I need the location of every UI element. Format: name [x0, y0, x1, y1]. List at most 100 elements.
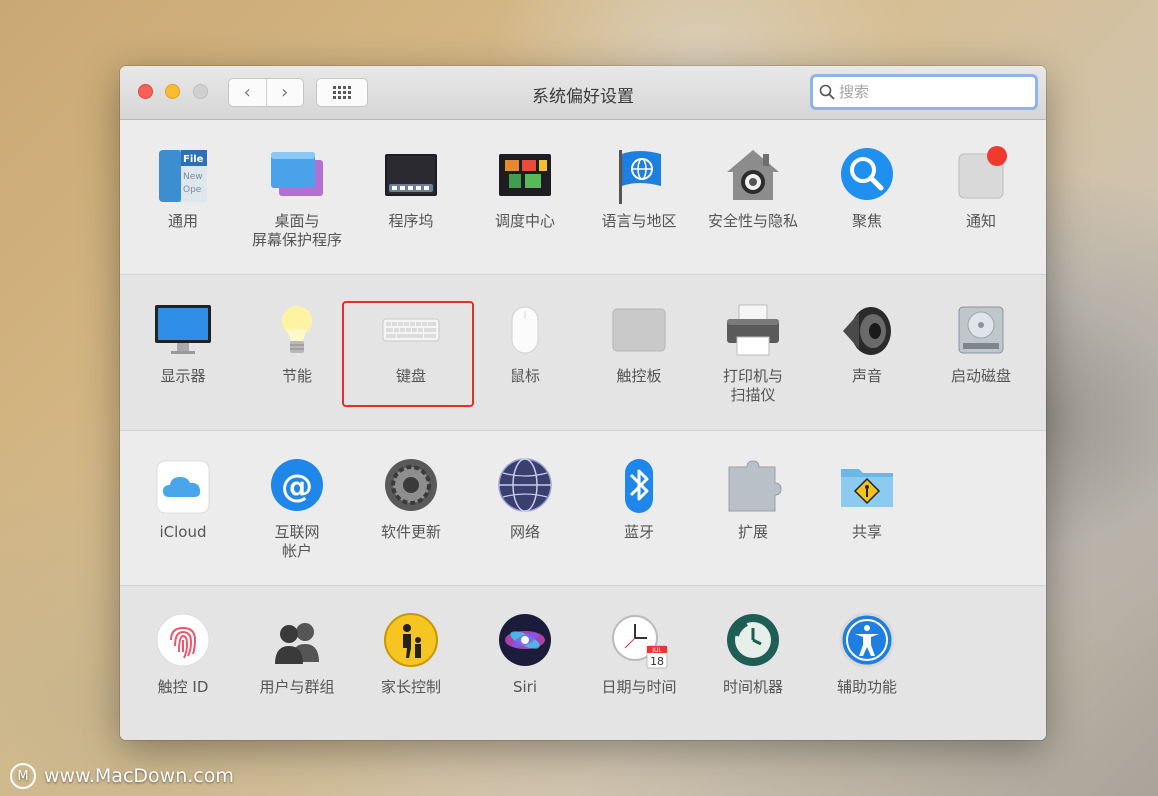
- pane-mouse[interactable]: 鼠标: [470, 275, 580, 405]
- pane-label: 软件更新: [380, 523, 441, 541]
- pane-desktop-screensaver[interactable]: 桌面与 屏幕保护程序: [242, 120, 352, 250]
- extensions-icon: [723, 457, 783, 517]
- title-bar: ‹ › 系统偏好设置: [120, 66, 1046, 120]
- pane-label: 聚焦: [851, 212, 882, 230]
- sound-icon: [837, 301, 897, 361]
- icloud-icon: [153, 457, 213, 517]
- pane-notifications[interactable]: 通知: [926, 120, 1036, 250]
- touch-id-icon: [153, 612, 213, 672]
- pane-network[interactable]: 网络: [470, 431, 580, 561]
- pane-internet-accounts[interactable]: @ 互联网 帐户: [242, 431, 352, 561]
- section-personal: File New Ope 通用 桌面与 屏幕保护程序 程序坞 调度中心 语言与地…: [120, 120, 1046, 275]
- pane-label: 互联网 帐户: [274, 523, 320, 560]
- users-groups-icon: [267, 612, 327, 672]
- system-preferences-window: ‹ › 系统偏好设置 搜索 File New Ope 通用 桌面与 屏幕保护程序…: [120, 66, 1046, 740]
- displays-icon: [153, 301, 213, 361]
- pane-time-machine[interactable]: 时间机器: [698, 586, 808, 716]
- pane-label: 时间机器: [722, 678, 783, 696]
- watermark: M www.MacDown.com: [10, 763, 234, 789]
- keyboard-highlight-box: [342, 301, 474, 407]
- accessibility-icon: [837, 612, 897, 672]
- printers-scanners-icon: [723, 301, 783, 361]
- pane-sound[interactable]: 声音: [812, 275, 922, 405]
- software-update-icon: [381, 457, 441, 517]
- pane-touch-id[interactable]: 触控 ID: [128, 586, 238, 716]
- macdown-logo-icon: M: [10, 763, 36, 789]
- desktop-screensaver-icon: [267, 146, 327, 206]
- pane-sharing[interactable]: 共享: [812, 431, 922, 561]
- pane-trackpad[interactable]: 触控板: [584, 275, 694, 405]
- pane-label: 家长控制: [380, 678, 441, 696]
- pane-bluetooth[interactable]: 蓝牙: [584, 431, 694, 561]
- pane-software-update[interactable]: 软件更新: [356, 431, 466, 561]
- dock-icon: [381, 146, 441, 206]
- pane-startup-disk[interactable]: 启动磁盘: [926, 275, 1036, 405]
- notifications-icon: [951, 146, 1011, 206]
- pane-accessibility[interactable]: 辅助功能: [812, 586, 922, 716]
- pane-label: 辅助功能: [836, 678, 897, 696]
- pane-label: 触控 ID: [157, 678, 209, 696]
- pane-label: 桌面与 屏幕保护程序: [251, 212, 342, 249]
- calendar-month-text: JUL: [651, 647, 662, 654]
- pane-dock[interactable]: 程序坞: [356, 120, 466, 250]
- pane-siri[interactable]: Siri: [470, 586, 580, 716]
- language-region-icon: [609, 146, 669, 206]
- svg-text:@: @: [281, 467, 313, 505]
- pane-date-time[interactable]: JUL 18 日期与时间: [584, 586, 694, 716]
- general-icon: File New Ope: [153, 146, 213, 206]
- pane-security-privacy[interactable]: 安全性与隐私: [698, 120, 808, 250]
- calendar-day-text: 18: [650, 655, 664, 668]
- pane-label: 共享: [851, 523, 882, 541]
- pane-parental-controls[interactable]: 家长控制: [356, 586, 466, 716]
- pane-icloud[interactable]: iCloud: [128, 431, 238, 561]
- pane-label: 启动磁盘: [950, 367, 1011, 385]
- pane-label: 打印机与 扫描仪: [722, 367, 783, 404]
- time-machine-icon: [723, 612, 783, 672]
- pane-label: 扩展: [737, 523, 768, 541]
- pane-mission-control[interactable]: 调度中心: [470, 120, 580, 250]
- pane-label: 通知: [965, 212, 996, 230]
- pane-label: 显示器: [160, 367, 206, 385]
- energy-saver-icon: [267, 301, 327, 361]
- pane-extensions[interactable]: 扩展: [698, 431, 808, 561]
- search-input[interactable]: [839, 83, 1019, 101]
- general-ope-text: Ope: [183, 185, 202, 195]
- pane-label: 程序坞: [388, 212, 434, 230]
- startup-disk-icon: [951, 301, 1011, 361]
- pane-spotlight[interactable]: 聚焦: [812, 120, 922, 250]
- parental-controls-icon: [381, 612, 441, 672]
- pane-label: 日期与时间: [601, 678, 677, 696]
- pane-label: 声音: [851, 367, 882, 385]
- pane-label: 通用: [167, 212, 198, 230]
- general-file-text: File: [183, 154, 204, 165]
- pane-label: 调度中心: [494, 212, 555, 230]
- pane-label: 鼠标: [509, 367, 540, 385]
- pane-general[interactable]: File New Ope 通用: [128, 120, 238, 250]
- pane-language-region[interactable]: 语言与地区: [584, 120, 694, 250]
- pane-energy-saver[interactable]: 节能: [242, 275, 352, 405]
- mouse-icon: [495, 301, 555, 361]
- date-time-icon: JUL 18: [609, 612, 669, 672]
- internet-accounts-icon: @: [267, 457, 327, 517]
- pane-printers-scanners[interactable]: 打印机与 扫描仪: [698, 275, 808, 405]
- network-icon: [495, 457, 555, 517]
- bluetooth-icon: [609, 457, 669, 517]
- siri-icon: [495, 612, 555, 672]
- pane-label: 语言与地区: [601, 212, 677, 230]
- security-privacy-icon: [723, 146, 783, 206]
- mission-control-icon: [495, 146, 555, 206]
- pane-users-groups[interactable]: 用户与群组: [242, 586, 352, 716]
- pane-label: 网络: [509, 523, 540, 541]
- section-internet-wireless: iCloud @ 互联网 帐户 软件更新 网络 蓝牙 扩展 共享: [120, 431, 1046, 586]
- search-icon: [819, 84, 835, 100]
- spotlight-icon: [837, 146, 897, 206]
- pane-displays[interactable]: 显示器: [128, 275, 238, 405]
- trackpad-icon: [609, 301, 669, 361]
- section-system: 触控 ID 用户与群组 家长控制 Siri JUL 18 日期与时间 时间机器 …: [120, 586, 1046, 740]
- pane-label: 触控板: [616, 367, 662, 385]
- section-hardware: 显示器 节能 键盘 鼠标 触控板 打印机与 扫描仪 声音 启动磁盘: [120, 275, 1046, 431]
- search-field[interactable]: [810, 74, 1038, 110]
- pane-label: 安全性与隐私: [707, 212, 798, 230]
- pane-label: Siri: [512, 678, 538, 696]
- pane-label: iCloud: [159, 523, 207, 541]
